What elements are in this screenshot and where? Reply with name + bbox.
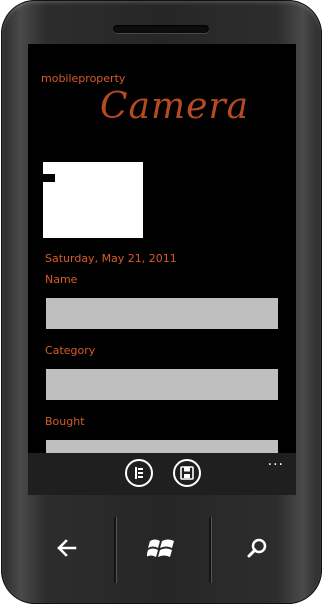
phone-frame: mobileproperty Camera Saturday, May 21, … xyxy=(1,0,322,604)
save-icon xyxy=(180,466,194,480)
windows-start-icon xyxy=(147,539,174,557)
appbar-menu-dots[interactable]: ... xyxy=(268,453,284,469)
phone-screen: mobileproperty Camera Saturday, May 21, … xyxy=(28,44,296,495)
category-label: Category xyxy=(45,344,96,357)
back-icon xyxy=(57,539,77,557)
name-label: Name xyxy=(45,273,78,286)
search-icon xyxy=(247,538,267,558)
photo-thumbnail[interactable] xyxy=(43,162,143,238)
start-button[interactable] xyxy=(116,511,208,585)
search-button[interactable] xyxy=(211,511,303,585)
app-name: mobileproperty xyxy=(41,72,126,85)
application-bar: ... xyxy=(28,453,296,495)
date-label: Saturday, May 21, 2011 xyxy=(45,252,177,265)
list-icon xyxy=(135,467,143,479)
bought-label: Bought xyxy=(45,415,85,428)
speaker-grille xyxy=(113,25,209,33)
category-field[interactable] xyxy=(46,369,278,400)
back-button[interactable] xyxy=(21,511,113,585)
save-button[interactable] xyxy=(173,459,201,487)
list-button[interactable] xyxy=(125,459,153,487)
hardware-keys xyxy=(21,511,301,585)
page-title: Camera xyxy=(100,86,250,127)
photo-marker xyxy=(43,174,55,182)
name-field[interactable] xyxy=(46,298,278,329)
